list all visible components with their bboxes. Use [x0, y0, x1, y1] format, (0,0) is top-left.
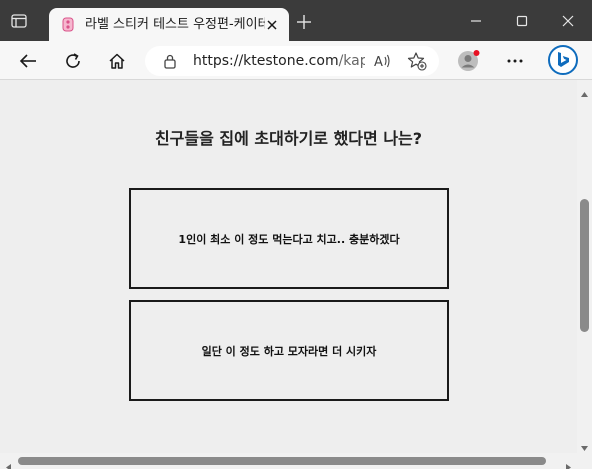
minimize-icon [471, 19, 481, 22]
scroll-down-icon[interactable] [580, 438, 589, 451]
url-host: https://ktestone.com [193, 53, 339, 69]
scroll-up-icon[interactable] [580, 84, 589, 97]
close-window-button[interactable] [545, 0, 591, 41]
address-bar[interactable]: https://ktestone.com/kap... A [145, 46, 439, 76]
lock-icon[interactable] [163, 53, 177, 69]
url-path: /kap... [338, 53, 365, 69]
tab-title: 라벨 스티커 테스트 우정편-케이테 [85, 17, 265, 32]
notification-dot [473, 50, 480, 56]
answer-option-1[interactable]: 1인이 최소 이 정도 먹는다고 치고.. 충분하겠다 [129, 188, 449, 289]
maximize-button[interactable] [499, 0, 545, 41]
plus-icon[interactable] [296, 14, 312, 30]
active-tab[interactable]: 라벨 스티커 테스트 우정편-케이테 [49, 8, 289, 41]
home-icon[interactable] [105, 49, 129, 73]
scrollbar-corner [577, 453, 592, 469]
horizontal-scrollbar[interactable] [0, 453, 577, 469]
page-content: 친구들을 집에 초대하기로 했다면 나는? 1인이 최소 이 정도 먹는다고 치… [0, 80, 577, 453]
url-text[interactable]: https://ktestone.com/kap... [193, 52, 365, 70]
close-icon[interactable] [265, 17, 279, 31]
answer-label: 1인이 최소 이 정도 먹는다고 치고.. 충분하겠다 [178, 232, 400, 246]
horizontal-scroll-thumb[interactable] [18, 457, 546, 465]
browser-toolbar: https://ktestone.com/kap... A [0, 41, 592, 80]
bing-icon[interactable] [548, 45, 578, 75]
scroll-right-icon[interactable] [564, 457, 573, 469]
label-sticker-favicon [62, 17, 74, 32]
answer-label: 일단 이 정도 하고 모자라면 더 시키자 [201, 344, 377, 358]
back-arrow-icon[interactable] [16, 49, 40, 73]
more-icon[interactable] [503, 49, 527, 73]
vertical-scroll-thumb[interactable] [580, 199, 589, 332]
answer-option-2[interactable]: 일단 이 정도 하고 모자라면 더 시키자 [129, 300, 449, 401]
title-bar: 라벨 스티커 테스트 우정편-케이테 [0, 0, 592, 41]
refresh-icon[interactable] [61, 49, 85, 73]
read-aloud-icon[interactable]: A [373, 52, 393, 70]
quiz-question: 친구들을 집에 초대하기로 했다면 나는? [154, 129, 423, 148]
tab-actions-icon[interactable] [10, 12, 28, 30]
maximize-icon [516, 15, 528, 26]
svg-text:A: A [374, 55, 383, 70]
close-window-icon [562, 15, 574, 26]
vertical-scrollbar[interactable] [577, 80, 592, 453]
favorite-add-icon[interactable] [407, 51, 427, 71]
profile-icon[interactable] [457, 49, 481, 73]
scroll-left-icon[interactable] [4, 457, 13, 469]
minimize-button[interactable] [453, 0, 499, 41]
